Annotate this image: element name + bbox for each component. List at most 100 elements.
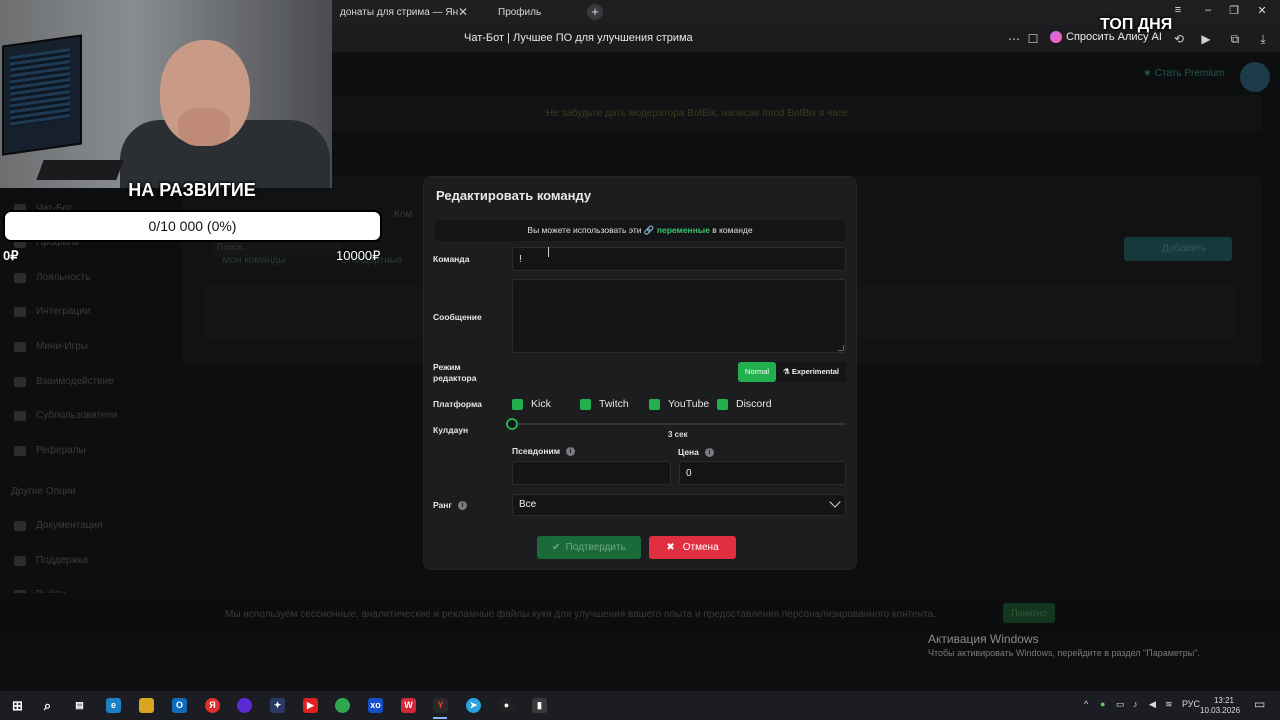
notifications-icon[interactable]: ▭	[1254, 697, 1265, 711]
tray-chevron-up-icon[interactable]: ^	[1084, 699, 1088, 709]
check-icon: ✔	[552, 542, 561, 553]
platform-kick-checkbox[interactable]: Kick	[512, 398, 551, 410]
donation-goal-progress: 0/10 000 (0%)	[3, 210, 382, 242]
info-icon[interactable]: i	[457, 500, 467, 510]
clock[interactable]: 13:21 10.03.2026	[1200, 696, 1241, 716]
clock-date: 10.03.2026	[1200, 706, 1241, 715]
task-view-icon[interactable]: ▤	[72, 698, 87, 713]
activation-watermark-title: Активация Windows	[928, 632, 1039, 646]
yandex-browser-icon[interactable]: Y	[433, 698, 448, 713]
tab-label: донаты для стрима — Ян	[340, 7, 459, 18]
tab-donations[interactable]: донаты для стрима — Ян	[340, 2, 458, 23]
windows-start-icon[interactable]: ⊞	[10, 698, 25, 713]
rank-select[interactable]: Все	[512, 494, 846, 516]
minimize-button[interactable]: –	[1200, 4, 1216, 16]
xo-app-icon[interactable]: xo	[368, 698, 383, 713]
cookie-text: Мы используем сессионные, аналитические …	[225, 609, 936, 620]
stats-app-icon[interactable]: ▮	[532, 698, 547, 713]
avatar[interactable]	[1240, 62, 1270, 92]
command-label: Команда	[433, 254, 470, 264]
menu-icon[interactable]: ≡	[1170, 4, 1186, 16]
price-input[interactable]: 0	[679, 461, 846, 485]
top-of-day-label: ТОП ДНЯ	[1100, 16, 1173, 33]
sidebar-item-loyalty[interactable]: Лояльность	[14, 272, 90, 283]
extensions-icon[interactable]: ⧉	[1228, 32, 1242, 47]
webcam-overlay	[0, 0, 332, 188]
tab-commands[interactable]: Ком	[394, 209, 412, 220]
tab-profile[interactable]: Профиль	[498, 2, 541, 23]
resize-handle-icon[interactable]	[838, 345, 844, 351]
wps-icon[interactable]: W	[401, 698, 416, 713]
mode-experimental-button[interactable]: ⚗ Experimental	[776, 362, 846, 382]
alias-input[interactable]	[512, 461, 671, 485]
sidebar-item-referrals[interactable]: Рефералы	[14, 445, 86, 456]
yandex-icon[interactable]: Я	[205, 698, 220, 713]
translate-icon[interactable]: ⟲	[1172, 32, 1186, 46]
donation-goal-max: 10000₽	[336, 248, 381, 263]
outlook-icon[interactable]: O	[172, 698, 187, 713]
youtube-icon[interactable]: ▶	[303, 698, 318, 713]
sidebar-item-minigames[interactable]: Мини-Игры	[14, 341, 88, 352]
maximize-button[interactable]: ❐	[1226, 4, 1242, 17]
microphone-icon[interactable]: ♪	[1133, 699, 1138, 709]
platform-youtube-checkbox[interactable]: YouTube	[649, 398, 709, 410]
platform-twitch-checkbox[interactable]: Twitch	[580, 398, 629, 410]
clock-time: 13:21	[1213, 696, 1234, 705]
cookie-accept-button[interactable]: Понятно	[1003, 603, 1055, 623]
new-tab-button[interactable]: +	[587, 4, 603, 20]
cancel-button[interactable]: ✖ Отмена	[649, 536, 736, 559]
sidebar-item-interaction[interactable]: Взаимодействие	[14, 376, 114, 387]
folder-icon[interactable]	[139, 698, 154, 713]
search-icon[interactable]: ⌕	[40, 698, 55, 713]
cooldown-slider-track[interactable]	[512, 423, 846, 425]
network-app-icon[interactable]: ✦	[270, 698, 285, 713]
volume-icon[interactable]: ◀	[1149, 699, 1156, 710]
mode-normal-button[interactable]: Normal	[738, 362, 776, 382]
wifi-icon[interactable]: ≋	[1165, 699, 1173, 710]
download-icon[interactable]: ⤓	[1256, 32, 1270, 47]
webcam-person-hand	[178, 108, 230, 146]
referral-icon	[14, 445, 26, 456]
obs-icon[interactable]: ●	[499, 698, 514, 713]
close-window-button[interactable]: ✕	[1254, 4, 1270, 17]
sidebar-item-docs[interactable]: Документация	[14, 520, 103, 531]
sidebar-item-subusers[interactable]: Субпользователи	[14, 410, 118, 421]
alias-label: Псевдоним i	[512, 446, 576, 456]
tab-label: Профиль	[498, 7, 542, 18]
page-title: Чат-Бот | Лучшее ПО для улучшения стрима	[464, 32, 693, 44]
music-icon	[14, 376, 26, 387]
variables-link[interactable]: 🔗 переменные	[644, 225, 710, 235]
message-textarea[interactable]	[512, 279, 846, 353]
close-icon[interactable]: ✕	[455, 4, 471, 20]
telegram-icon[interactable]: ➤	[466, 698, 481, 713]
document-icon	[14, 520, 26, 531]
add-button[interactable]: Добавить	[1124, 237, 1232, 261]
gamepad-icon	[14, 341, 26, 352]
info-icon[interactable]: i	[704, 447, 714, 457]
confirm-button[interactable]: ✔ Подтвердить	[537, 536, 641, 559]
play-icon[interactable]: ▶	[1199, 32, 1213, 46]
checkbox-checked-icon	[717, 398, 728, 410]
cooldown-slider-handle[interactable]	[506, 418, 518, 430]
platform-label: Платформа	[433, 399, 482, 409]
support-icon	[14, 555, 26, 566]
platform-discord-checkbox[interactable]: Discord	[717, 398, 772, 410]
command-input[interactable]: !	[512, 247, 846, 271]
checkbox-checked-icon	[649, 398, 660, 410]
plug-icon	[14, 306, 26, 317]
price-label: Цена i	[678, 447, 714, 457]
language-indicator[interactable]: РУС	[1182, 699, 1200, 709]
sidebar-item-integrations[interactable]: Интеграции	[14, 306, 90, 317]
color-app-icon[interactable]	[237, 698, 252, 713]
sidebar-item-support[interactable]: Поддержка	[14, 555, 88, 566]
more-icon[interactable]: ⋯	[1007, 32, 1021, 46]
tray-app-icon[interactable]: ●	[1100, 699, 1105, 709]
edge-icon[interactable]: e	[106, 698, 121, 713]
text-cursor-icon	[548, 247, 550, 257]
bookmark-icon[interactable]: ☐	[1026, 32, 1040, 46]
checkbox-checked-icon	[512, 398, 523, 410]
premium-link[interactable]: ★ Стать Premium	[1143, 68, 1224, 79]
info-icon[interactable]: i	[566, 446, 576, 456]
activation-watermark-subtitle: Чтобы активировать Windows, перейдите в …	[928, 648, 1200, 658]
chrome-icon[interactable]	[335, 698, 350, 713]
